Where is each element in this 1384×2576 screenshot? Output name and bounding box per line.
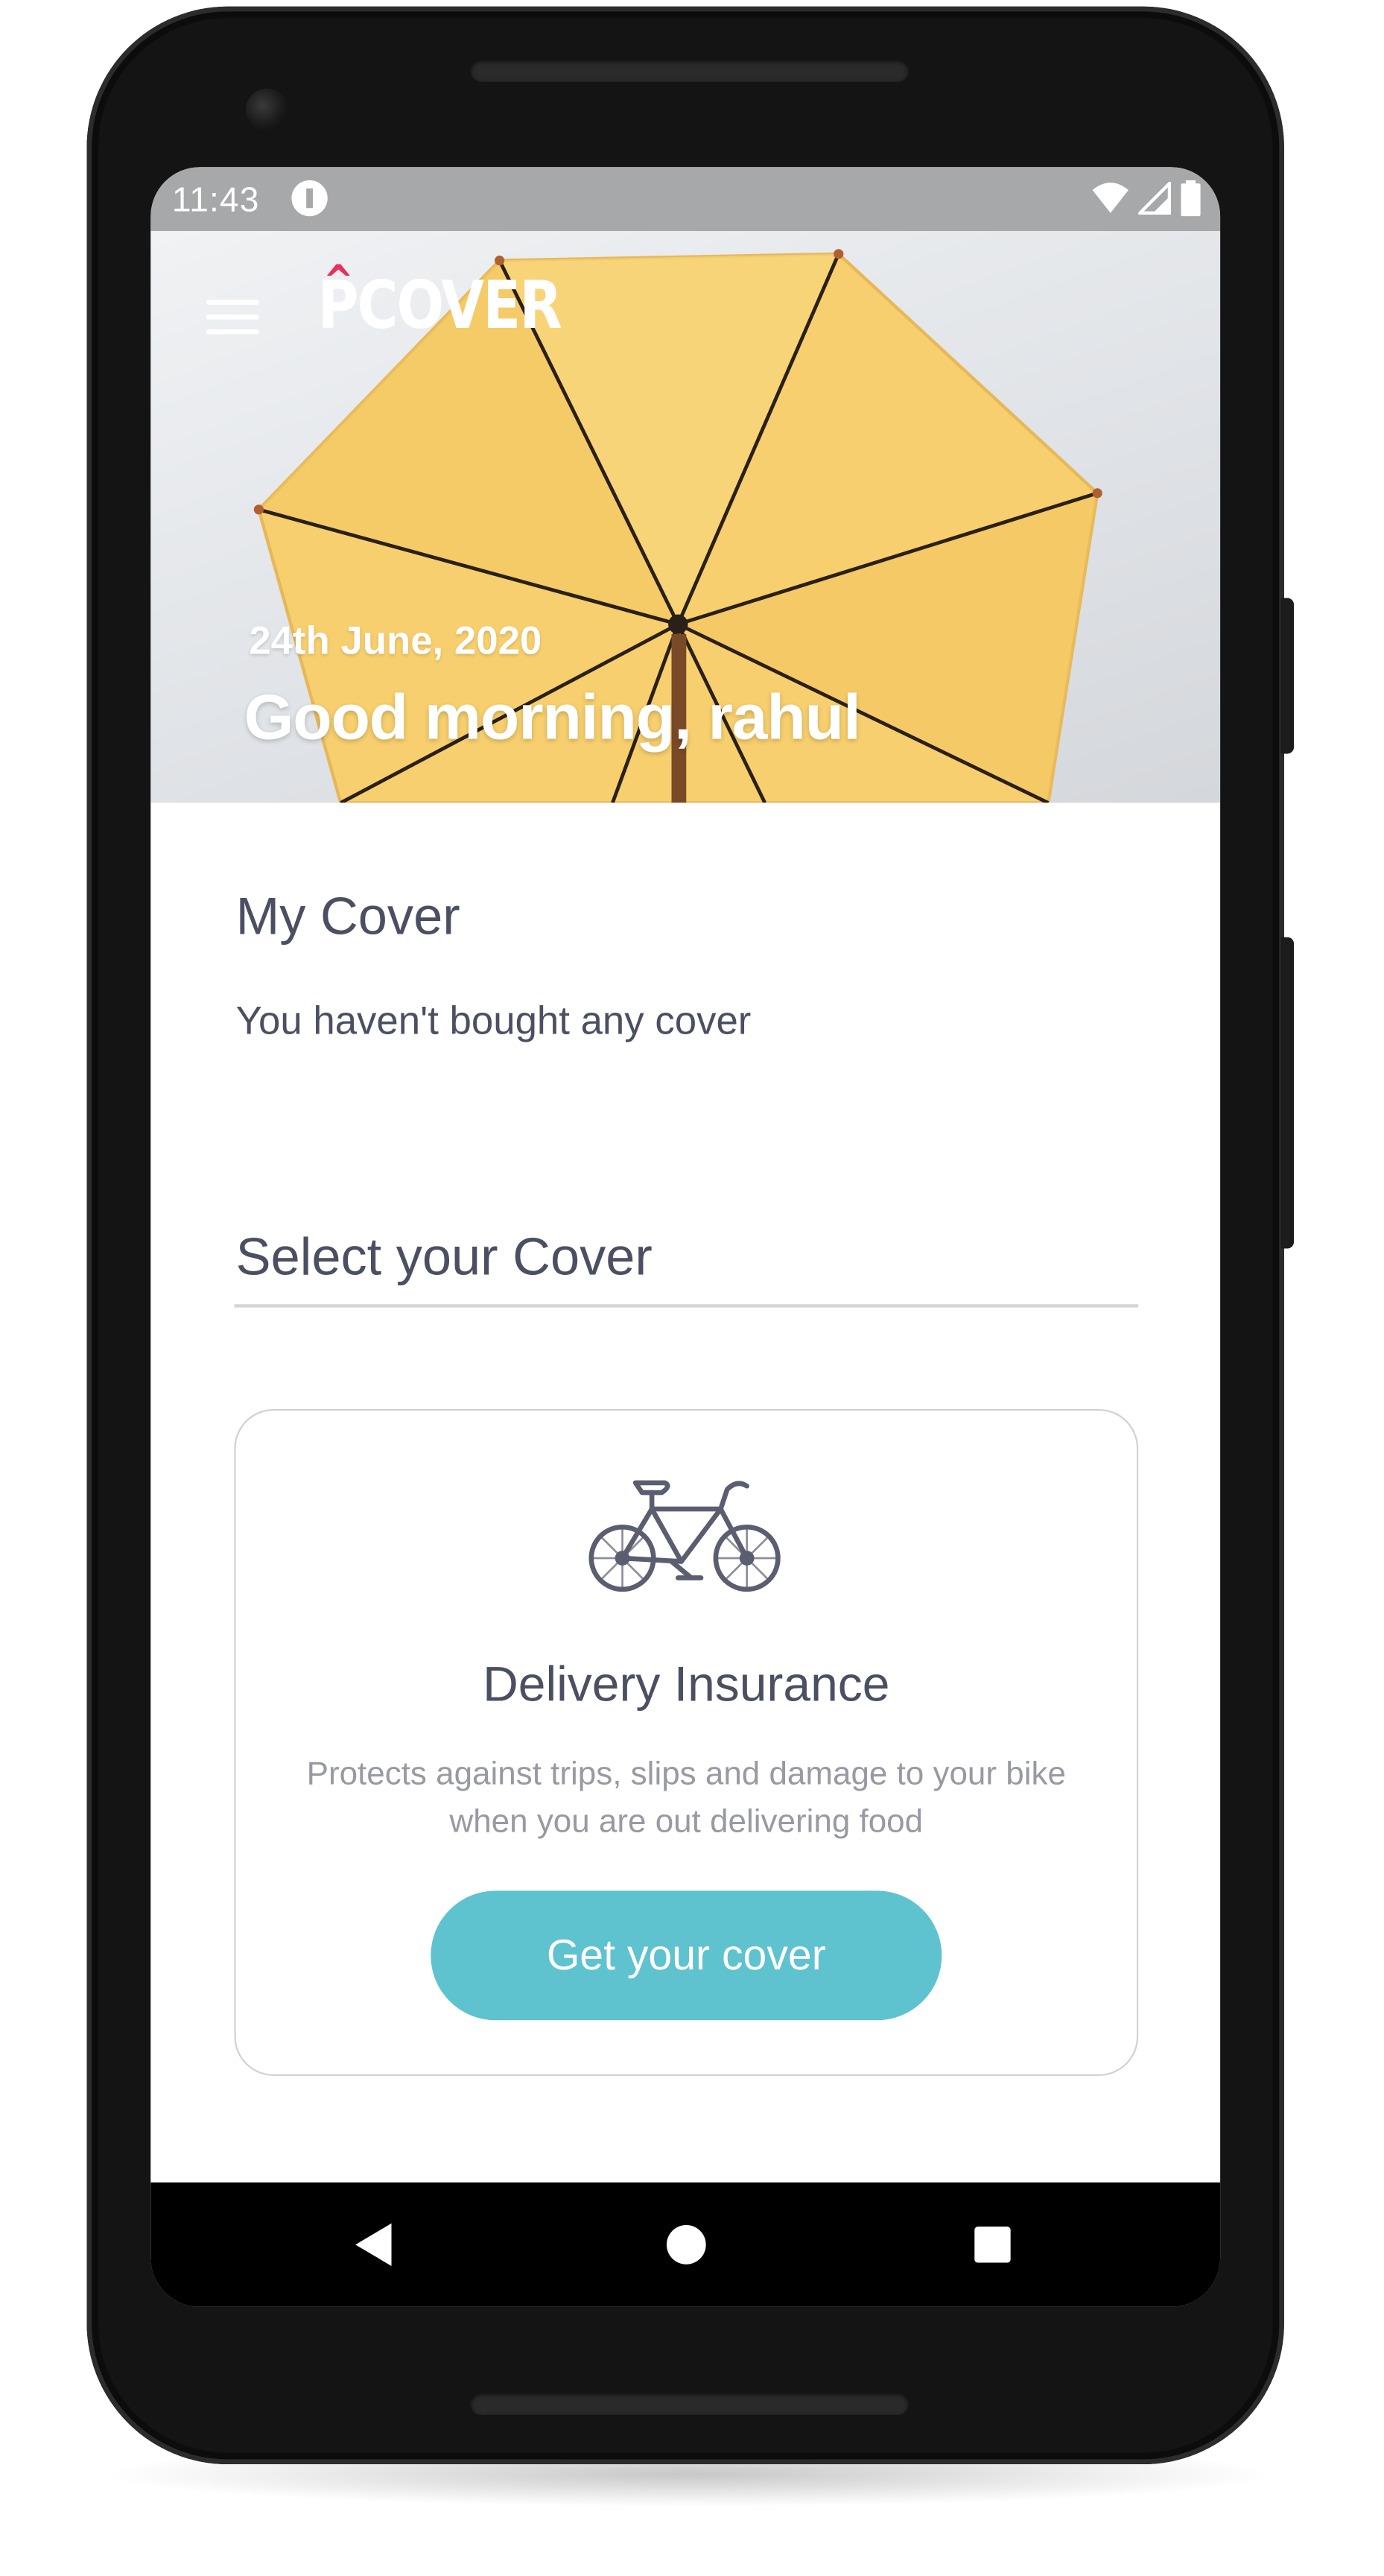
power-button xyxy=(1280,598,1295,754)
bicycle-icon xyxy=(588,1480,781,1592)
select-cover-title: Select your Cover xyxy=(235,1227,653,1287)
back-icon[interactable] xyxy=(355,2223,392,2266)
status-time: 11:43 xyxy=(171,182,260,220)
logo-text: PCOVER xyxy=(317,268,562,344)
my-cover-title: My Cover xyxy=(235,886,460,946)
wifi-icon xyxy=(1092,183,1129,213)
android-nav-bar xyxy=(150,2182,1221,2307)
card-title: Delivery Insurance xyxy=(483,1658,890,1712)
no-cover-message: You haven't bought any cover xyxy=(235,999,752,1044)
status-bar: 11:43 xyxy=(150,167,1221,232)
recents-icon[interactable] xyxy=(974,2227,1011,2263)
hamburger-menu-icon[interactable] xyxy=(206,300,262,339)
device-frame: 11:43 ^ PCOVER 24th June, 2020 Good morn… xyxy=(0,0,1384,2576)
hero-banner: ^ PCOVER 24th June, 2020 Good morning, r… xyxy=(150,231,1221,803)
current-date: 24th June, 2020 xyxy=(249,619,542,664)
greeting-text: Good morning, rahul xyxy=(244,683,861,754)
top-speaker xyxy=(470,59,910,82)
main-content: My Cover You haven't bought any cover Se… xyxy=(150,803,1221,2183)
app-screen: 11:43 ^ PCOVER 24th June, 2020 Good morn… xyxy=(150,167,1221,2307)
get-cover-button[interactable]: Get your cover xyxy=(431,1890,942,2021)
delivery-insurance-card[interactable]: Delivery Insurance Protects against trip… xyxy=(234,1408,1139,2076)
battery-icon xyxy=(1181,180,1201,217)
front-camera xyxy=(245,88,288,131)
volume-button xyxy=(1280,937,1295,1249)
app-logo: ^ PCOVER xyxy=(318,261,562,340)
card-description: Protects against trips, slips and damage… xyxy=(306,1756,1066,1841)
app-notification-icon xyxy=(291,180,328,217)
bottom-speaker xyxy=(470,2392,910,2416)
signal-icon xyxy=(1138,182,1172,215)
status-icons xyxy=(1092,180,1201,217)
section-divider xyxy=(234,1304,1139,1308)
logo-caret: ^ xyxy=(323,257,354,307)
home-icon[interactable] xyxy=(666,2224,706,2265)
